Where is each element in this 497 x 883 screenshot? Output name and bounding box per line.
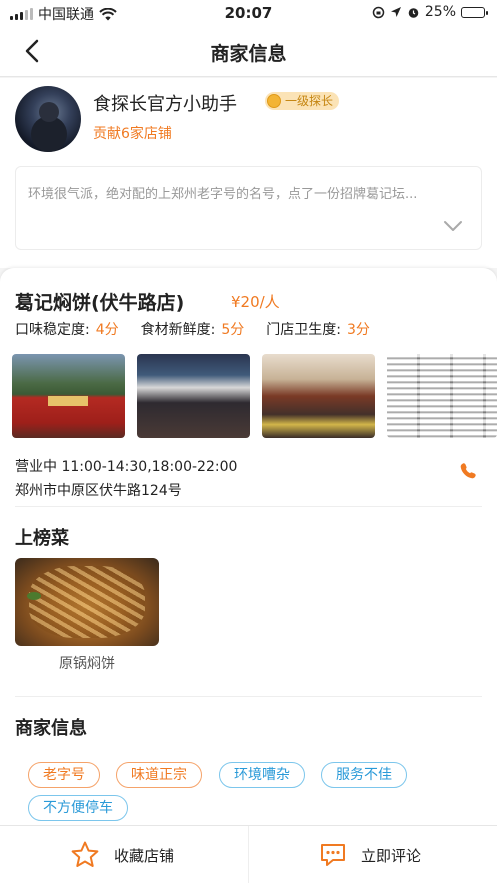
page-title: 商家信息 (210, 43, 287, 65)
battery-percent: 25% (424, 4, 456, 20)
score-value: 5分 (221, 322, 245, 338)
score-freshness: 食材新鲜度: 5分 (141, 319, 245, 339)
tag-chip[interactable]: 味道正宗 (116, 762, 202, 788)
score-taste: 口味稳定度: 4分 (15, 319, 119, 339)
medal-icon (267, 94, 281, 108)
dish-name[interactable]: 原锅焖饼 (15, 653, 159, 673)
score-label: 门店卫生度: (266, 322, 341, 338)
merchant-info-title: 商家信息 (15, 718, 87, 739)
favorite-label: 收藏店铺 (114, 846, 175, 865)
tag-chip[interactable]: 老字号 (28, 762, 100, 788)
dish-photo[interactable] (15, 558, 159, 646)
review-excerpt: 环境很气派，绝对配的上郑州老字号的名号，点了一份招牌葛记坛... (28, 187, 418, 202)
score-hygiene: 门店卫生度: 3分 (266, 319, 370, 339)
star-icon (71, 841, 99, 867)
score-row: 口味稳定度: 4分 食材新鲜度: 5分 门店卫生度: 3分 (15, 319, 392, 339)
score-label: 口味稳定度: (15, 322, 90, 338)
phone-icon[interactable] (459, 462, 477, 480)
level-badge: 一级探长 (265, 92, 340, 110)
ranked-dishes-title: 上榜菜 (15, 528, 69, 549)
alarm-icon (408, 7, 419, 18)
rotation-lock-icon (372, 6, 385, 18)
comment-label: 立即评论 (361, 846, 422, 865)
status-bar: 中国联通 20:07 25% (0, 0, 497, 26)
avatar[interactable] (15, 86, 81, 152)
status-right: 25% (372, 4, 488, 20)
business-hours: 营业中 11:00-14:30,18:00-22:00 (15, 459, 238, 475)
score-value: 3分 (347, 322, 370, 338)
divider (15, 696, 482, 697)
tag-chip[interactable]: 不方便停车 (28, 795, 128, 821)
tag-chip[interactable]: 环境嘈杂 (219, 762, 305, 788)
reviewer-card: 食探长官方小助手 一级探长 贡献6家店铺 环境很气派，绝对配的上郑州老字号的名号… (0, 78, 497, 268)
shop-address[interactable]: 郑州市中原区伏牛路124号 (15, 480, 182, 500)
review-excerpt-box[interactable]: 环境很气派，绝对配的上郑州老字号的名号，点了一份招牌葛记坛... (15, 166, 482, 250)
chevron-down-icon[interactable] (443, 219, 463, 233)
shop-photo-menu[interactable] (387, 354, 497, 438)
shop-photo-dining-hall[interactable] (137, 354, 250, 438)
divider (248, 826, 249, 883)
contribution-count[interactable]: 贡献6家店铺 (93, 123, 172, 143)
nav-bar: 商家信息 (0, 26, 497, 77)
score-value: 4分 (95, 322, 119, 338)
comment-icon (321, 844, 345, 866)
bottom-action-bar: 收藏店铺 立即评论 (0, 825, 497, 883)
shop-card: 葛记焖饼(伏牛路店) ¥20/人 口味稳定度: 4分 食材新鲜度: 5分 门店卫生度… (0, 268, 497, 825)
shop-photo-storefront[interactable] (12, 354, 125, 438)
level-label: 一级探长 (285, 94, 334, 108)
divider (15, 506, 482, 507)
reviewer-name[interactable]: 食探长官方小助手 (93, 90, 237, 116)
score-label: 食材新鲜度: (140, 322, 216, 338)
shop-price: ¥20/人 (231, 293, 280, 311)
comment-button[interactable]: 立即评论 (319, 826, 421, 883)
shop-name: 葛记焖饼(伏牛路店) (15, 292, 185, 314)
shop-photo-counter[interactable] (262, 354, 375, 438)
photo-strip[interactable] (12, 354, 497, 440)
tag-chip[interactable]: 服务不佳 (321, 762, 407, 788)
location-icon (390, 7, 401, 17)
favorite-shop-button[interactable]: 收藏店铺 (70, 826, 174, 883)
battery-icon (461, 6, 488, 18)
